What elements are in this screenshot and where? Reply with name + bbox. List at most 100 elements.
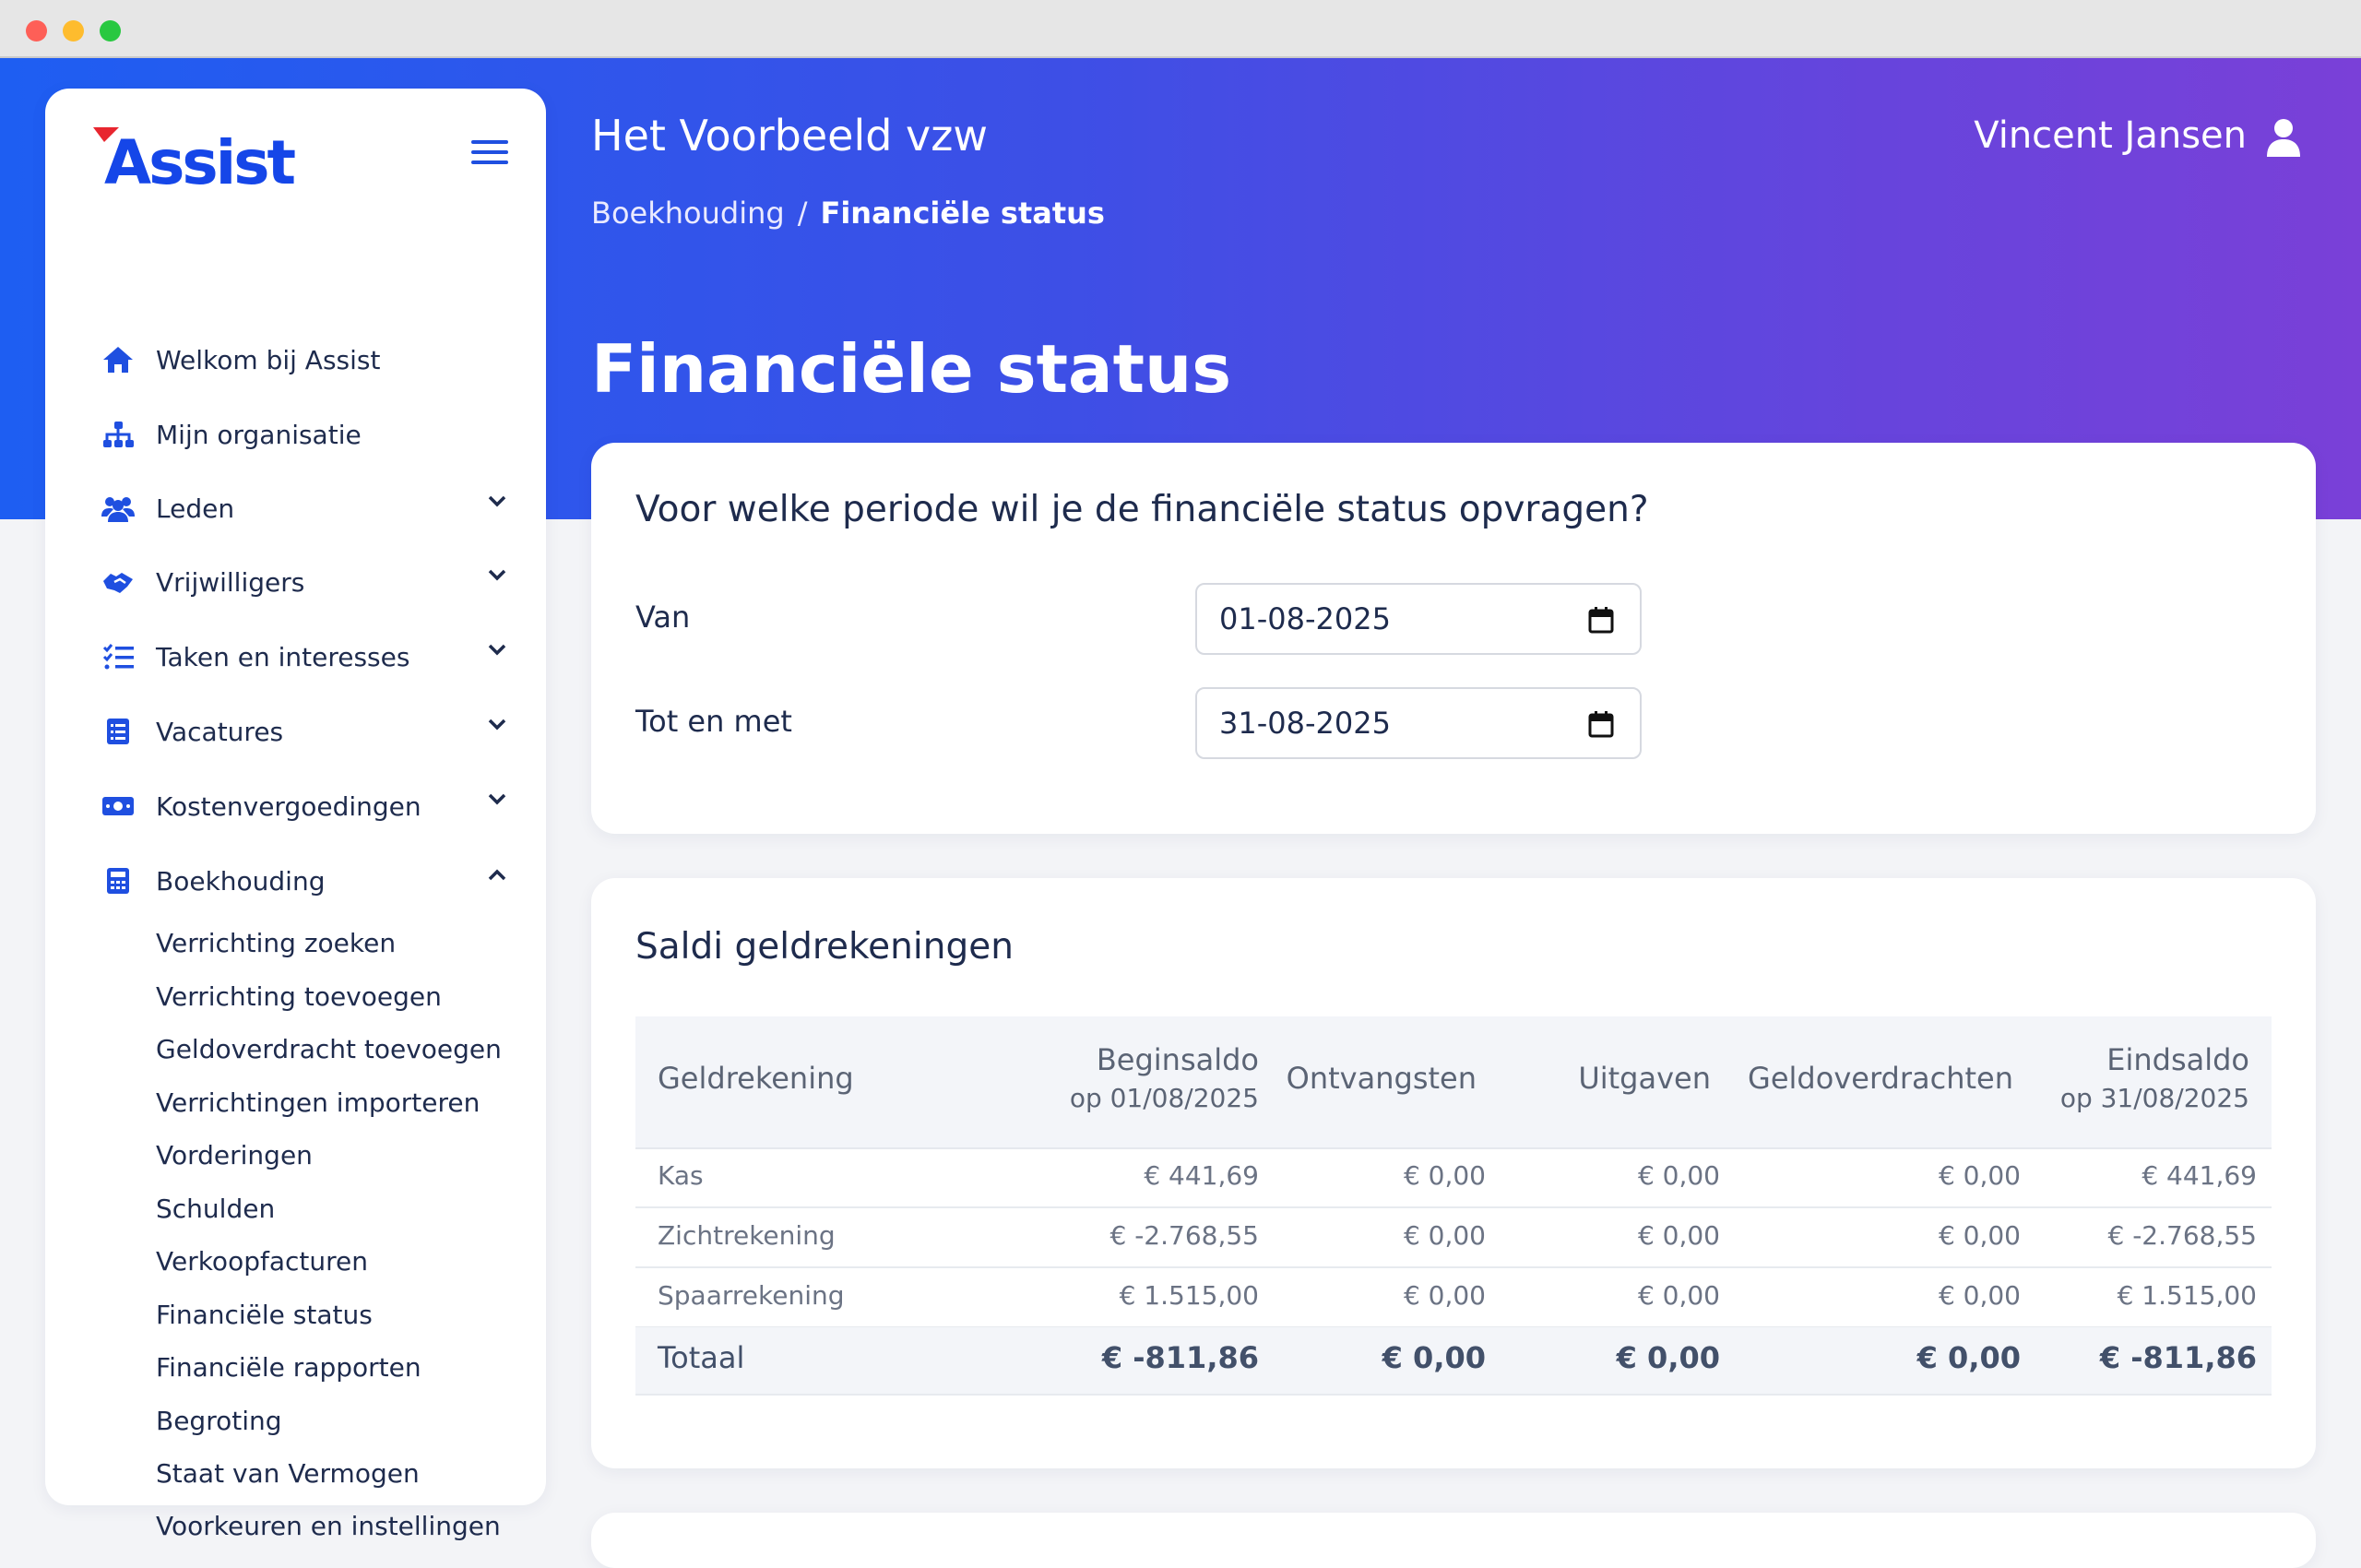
column-header-transfers: Geldoverdrachten [1748,1061,2013,1096]
user-name[interactable]: Vincent Jansen [1974,114,2247,157]
sidebar-item-label: Kostenvergoedingen [156,790,421,822]
column-header-income: Ontvangsten [1286,1061,1477,1096]
chevron-down-icon [488,719,506,731]
account-cell: Zichtrekening [658,1220,836,1251]
sidebar-item-leden[interactable]: Leden [101,482,506,534]
page-title: Financiële status [591,330,1232,408]
period-card-title: Voor welke periode wil je de financiële … [635,489,1649,530]
sidebar-item-label: Boekhouding [156,865,326,897]
close-window-button[interactable] [26,20,47,42]
column-header-expenses: Uitgaven [1578,1061,1711,1096]
sidebar: Assist Welkom bij Assist Mijn organisati… [45,89,546,1541]
total-begin: € -811,86 [1101,1340,1259,1375]
sidebar-item-taken-en-interesses[interactable]: Taken en interesses [101,631,506,683]
to-label: Tot en met [635,704,792,739]
table-row: Zichtrekening € -2.768,55 € 0,00 € 0,00 … [635,1207,2272,1268]
window-titlebar [0,0,2361,58]
calculator-icon [101,863,136,898]
total-expenses: € 0,00 [1616,1340,1720,1375]
expenses-cell: € 0,00 [1637,1280,1720,1311]
home-icon [101,342,136,377]
sidebar-subitem-verrichtingen-importeren[interactable]: Verrichtingen importeren [156,1087,480,1118]
total-transfers: € 0,00 [1916,1340,2021,1375]
breadcrumb: Boekhouding / Financiële status [591,196,1105,231]
column-header-end-label: Eindsaldo [2106,1042,2249,1077]
to-date-value: 31-08-2025 [1219,706,1391,741]
sidebar-item-kostenvergoedingen[interactable]: Kostenvergoedingen [101,780,506,832]
money-icon [101,789,136,824]
sidebar-item-label: Mijn organisatie [156,419,362,450]
sidebar-subitem-verrichting-toevoegen[interactable]: Verrichting toevoegen [156,981,442,1012]
sidebar-subitem-begroting[interactable]: Begroting [156,1406,282,1436]
sidebar-item-boekhouding[interactable]: Boekhouding [101,855,506,907]
maximize-window-button[interactable] [100,20,121,42]
table-row: Kas € 441,69 € 0,00 € 0,00 € 0,00 € 441,… [635,1147,2272,1208]
column-header-begin: Beginsaldo op 01/08/2025 [1070,1042,1259,1113]
users-icon [101,491,136,526]
total-label: Totaal [658,1340,745,1375]
balances-card-title: Saldi geldrekeningen [635,926,1014,968]
column-header-end: Eindsaldo op 31/08/2025 [2060,1042,2249,1113]
sidebar-item-label: Vacatures [156,716,284,747]
sidebar-item-label: Vrijwilligers [156,566,305,598]
sidebar-subitem-staat-van-vermogen[interactable]: Staat van Vermogen [156,1458,420,1489]
sidebar-item-label: Welkom bij Assist [156,344,381,375]
income-cell: € 0,00 [1403,1220,1486,1251]
end-cell: € 1.515,00 [2117,1280,2257,1311]
sidebar-subitem-financiele-status[interactable]: Financiële status [156,1300,373,1330]
begin-cell: € 441,69 [1144,1160,1259,1191]
organization-name: Het Voorbeeld vzw [591,111,989,160]
calendar-icon[interactable] [1588,710,1614,738]
income-cell: € 0,00 [1403,1280,1486,1311]
table-row: Spaarrekening € 1.515,00 € 0,00 € 0,00 €… [635,1267,2272,1328]
from-date-input[interactable]: 01-08-2025 [1195,583,1642,655]
transfers-cell: € 0,00 [1938,1160,2021,1191]
chevron-up-icon [488,869,506,881]
expenses-cell: € 0,00 [1637,1220,1720,1251]
sidebar-subitem-schulden[interactable]: Schulden [156,1194,275,1224]
to-date-input[interactable]: 31-08-2025 [1195,687,1642,759]
sidebar-item-welkom[interactable]: Welkom bij Assist [101,334,506,386]
list-icon [101,714,136,749]
logo-text: Assist [104,127,296,198]
user-icon[interactable] [2267,118,2300,160]
hamburger-menu-icon[interactable] [471,140,508,170]
sidebar-subitem-financiele-rapporten[interactable]: Financiële rapporten [156,1352,421,1383]
chevron-down-icon [488,495,506,507]
from-date-value: 01-08-2025 [1219,601,1391,636]
sidebar-item-label: Leden [156,493,235,524]
sidebar-item-vacatures[interactable]: Vacatures [101,706,506,757]
minimize-window-button[interactable] [63,20,84,42]
sidebar-subitem-geldoverdracht-toevoegen[interactable]: Geldoverdracht toevoegen [156,1034,502,1064]
expenses-cell: € 0,00 [1637,1160,1720,1191]
chevron-down-icon [488,569,506,581]
chevron-down-icon [488,644,506,656]
org-chart-icon [101,417,136,452]
sidebar-subitem-verrichting-zoeken[interactable]: Verrichting zoeken [156,928,396,958]
total-end: € -811,86 [2099,1340,2257,1375]
column-header-account: Geldrekening [658,1061,854,1096]
breadcrumb-current: Financiële status [820,196,1105,231]
sidebar-subitem-verkoopfacturen[interactable]: Verkoopfacturen [156,1246,368,1277]
column-header-begin-date: op 01/08/2025 [1069,1083,1259,1113]
column-header-begin-label: Beginsaldo [1096,1042,1259,1077]
tasks-icon [101,639,136,674]
sidebar-subitem-vorderingen[interactable]: Vorderingen [156,1140,313,1170]
sidebar-item-mijn-organisatie[interactable]: Mijn organisatie [101,409,506,460]
balances-card: Saldi geldrekeningen Geldrekening Begins… [591,878,2316,1468]
calendar-icon[interactable] [1588,606,1614,634]
table-total-row: Totaal € -811,86 € 0,00 € 0,00 € 0,00 € … [635,1327,2272,1396]
end-cell: € 441,69 [2142,1160,2257,1191]
from-label: Van [635,600,691,635]
handshake-icon [101,564,136,600]
begin-cell: € -2.768,55 [1109,1220,1259,1251]
transfers-cell: € 0,00 [1938,1280,2021,1311]
breadcrumb-link-boekhouding[interactable]: Boekhouding [591,196,785,231]
breadcrumb-separator: / [797,196,808,231]
transfers-cell: € 0,00 [1938,1220,2021,1251]
account-cell: Kas [658,1160,704,1191]
sidebar-subitem-voorkeuren-en-instellingen[interactable]: Voorkeuren en instellingen [156,1511,501,1541]
sidebar-item-vrijwilligers[interactable]: Vrijwilligers [101,556,506,608]
chevron-down-icon [488,793,506,805]
table-header: Geldrekening Beginsaldo op 01/08/2025 On… [635,1016,2272,1149]
